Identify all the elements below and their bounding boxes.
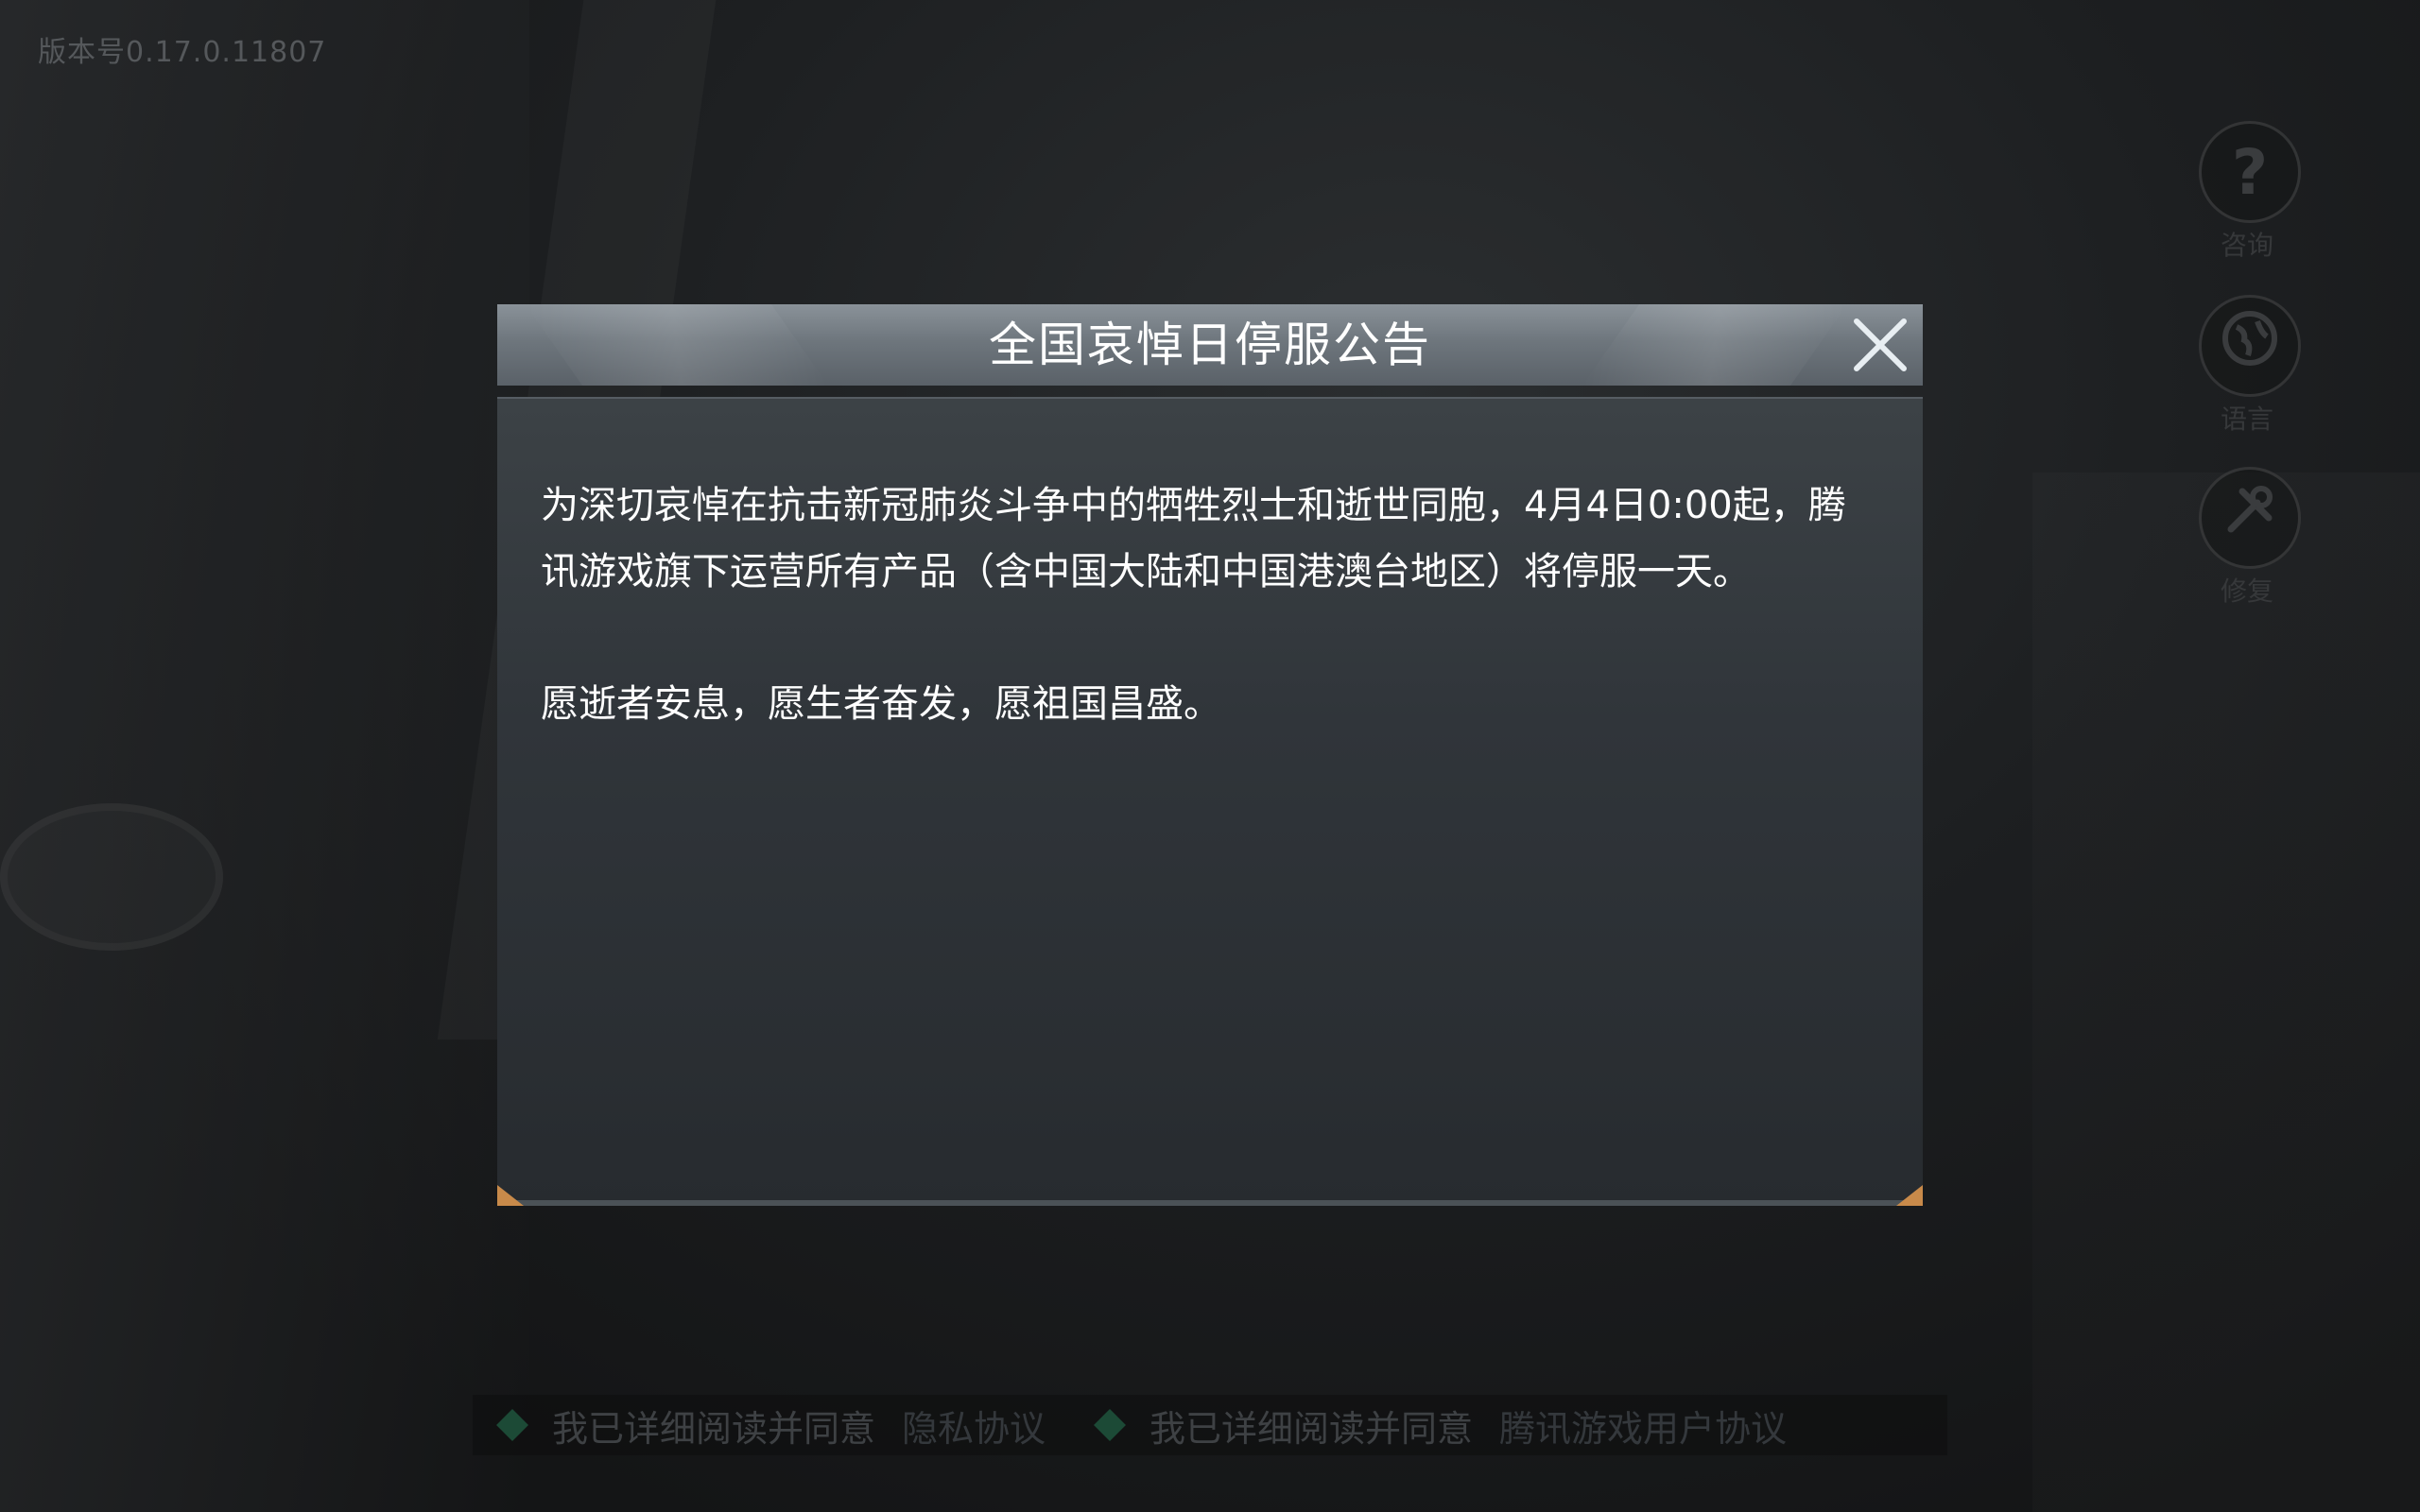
game-login-screen: 版本号0.17.0.11807 ? 咨询 语言 修复 我已详细阅读并同意 隐私协… xyxy=(0,0,2420,1512)
repair-label: 修复 xyxy=(2220,576,2273,607)
agreement-text: 我已详细阅读并同意 xyxy=(1150,1407,1474,1450)
version-label: 版本号0.17.0.11807 xyxy=(38,36,327,69)
user-agreement-link[interactable]: 腾讯游戏用户协议 xyxy=(1499,1400,1787,1452)
close-icon xyxy=(1854,318,1907,371)
dialog-title: 全国哀悼日停服公告 xyxy=(989,318,1431,372)
help-label: 咨询 xyxy=(2220,230,2273,261)
close-button[interactable] xyxy=(1847,312,1913,378)
language-button[interactable] xyxy=(2199,295,2301,397)
question-icon: ? xyxy=(2231,135,2269,209)
agreement-bar: 我已详细阅读并同意 隐私协议 我已详细阅读并同意 腾讯游戏用户协议 xyxy=(473,1395,1947,1455)
background-scene xyxy=(0,0,529,1512)
background-scene xyxy=(2032,472,2420,1512)
dialog-corner-accent xyxy=(1896,1185,1923,1206)
user-agreement-checkbox[interactable] xyxy=(1094,1409,1127,1441)
language-label: 语言 xyxy=(2220,404,2273,435)
privacy-policy-link[interactable]: 隐私协议 xyxy=(902,1400,1046,1452)
help-button[interactable]: ? xyxy=(2199,121,2301,223)
agreement-text: 我已详细阅读并同意 xyxy=(552,1407,876,1450)
wrench-icon xyxy=(2220,480,2280,556)
announcement-paragraph: 愿逝者安息，愿生者奋发，愿祖国昌盛。 xyxy=(541,682,1221,726)
announcement-text: 为深切哀悼在抗击新冠肺炎斗争中的牺牲烈士和逝世同胞，4月4日0:00起，腾讯游戏… xyxy=(541,472,1883,737)
dialog-header: 全国哀悼日停服公告 xyxy=(497,304,1923,386)
background-scene xyxy=(0,803,223,951)
dialog-divider xyxy=(497,1200,1923,1206)
dialog-corner-accent xyxy=(497,1185,524,1206)
privacy-checkbox[interactable] xyxy=(496,1409,528,1441)
repair-button[interactable] xyxy=(2199,467,2301,569)
globe-icon xyxy=(2220,308,2280,384)
announcement-paragraph: 为深切哀悼在抗击新冠肺炎斗争中的牺牲烈士和逝世同胞，4月4日0:00起，腾讯游戏… xyxy=(541,484,1846,593)
